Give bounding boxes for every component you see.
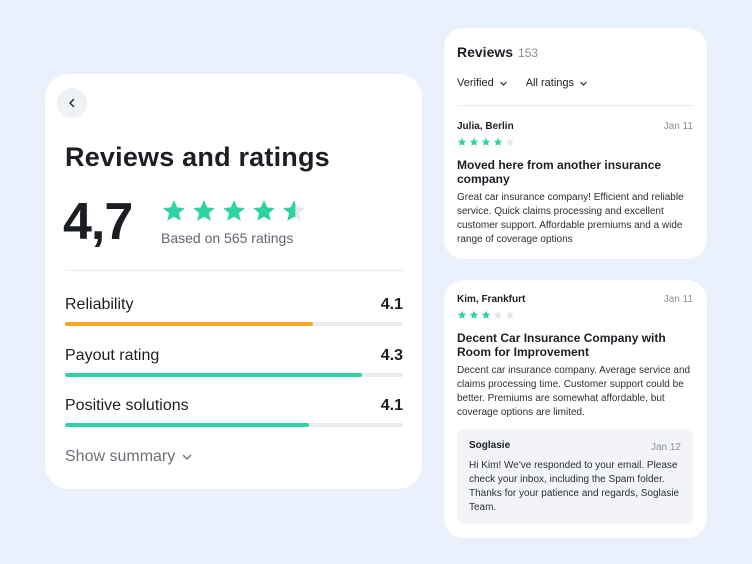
review-date: Jan 11 — [663, 121, 693, 132]
star-icon — [469, 137, 479, 146]
star-icon — [193, 200, 215, 221]
reply-author: Soglasie — [469, 440, 511, 451]
overall-score: 4,7 — [63, 193, 133, 251]
metric-reliability: Reliability 4.1 — [65, 296, 403, 332]
metric-payout-rating: Payout rating 4.3 — [65, 347, 403, 383]
filter-verified-dropdown[interactable]: Verified — [457, 77, 508, 89]
company-reply: Soglasie Jan 12 Hi Kim! We've responded … — [457, 429, 693, 524]
show-summary-label: Show summary — [65, 448, 176, 465]
metric-value: 4.3 — [380, 347, 403, 364]
chevron-left-icon — [69, 98, 75, 108]
star-icon — [481, 137, 491, 146]
review-card: Kim, Frankfurt Jan 11 Decent Car Insuran… — [444, 280, 707, 538]
review-author: Kim, Frankfurt — [457, 294, 526, 305]
chevron-down-icon — [580, 81, 587, 86]
reply-date: Jan 12 — [650, 442, 681, 453]
star-icon — [223, 200, 245, 221]
metric-positive-solutions: Positive solutions 4.1 — [65, 397, 403, 433]
chevron-down-icon — [500, 81, 507, 86]
star-icon — [505, 310, 515, 319]
metric-bar-fill — [65, 423, 310, 427]
review-stars — [457, 137, 693, 147]
review-stars — [457, 310, 693, 320]
star-icon — [469, 310, 479, 319]
filter-label: All ratings — [525, 77, 574, 89]
review-item: Kim, Frankfurt Jan 11 Decent Car Insuran… — [457, 294, 693, 420]
metric-track — [65, 322, 403, 326]
ratings-card: Reviews and ratings 4,7 Based on 565 rat… — [45, 74, 422, 489]
metric-label: Positive solutions — [65, 397, 189, 414]
filter-all-ratings-dropdown[interactable]: All ratings — [526, 77, 588, 89]
page-title: Reviews and ratings — [65, 142, 330, 172]
divider — [65, 270, 403, 271]
star-icon — [493, 310, 503, 319]
reviews-card: Reviews 153 Verified All ratings Julia, … — [444, 28, 707, 259]
review-filters: Verified All ratings — [457, 77, 588, 89]
star-icon — [481, 310, 491, 319]
metric-label: Reliability — [65, 296, 134, 313]
metric-value: 4.1 — [380, 397, 403, 414]
star-icon — [457, 310, 467, 319]
chevron-down-icon — [183, 454, 192, 460]
star-icon — [493, 137, 503, 146]
review-body: Great car insurance company! Efficient a… — [457, 192, 684, 245]
star-icon — [457, 137, 467, 146]
review-body: Decent car insurance company. Average se… — [457, 365, 691, 418]
reviews-header: Reviews 153 — [457, 44, 538, 60]
metric-track — [65, 423, 403, 427]
back-button[interactable] — [57, 88, 87, 118]
star-icon — [505, 137, 515, 146]
reviews-title: Reviews — [457, 44, 514, 60]
reviews-count: 153 — [518, 46, 539, 60]
review-headline: Moved here from another insurance compan… — [457, 158, 662, 186]
metric-label: Payout rating — [65, 347, 160, 364]
review-headline: Decent Car Insurance Company with Room f… — [457, 331, 666, 359]
star-icon — [253, 200, 275, 221]
review-item: Julia, Berlin Jan 11 Moved here from ano… — [457, 121, 693, 247]
ratings-count: Based on 565 ratings — [161, 230, 294, 246]
divider — [457, 105, 693, 106]
review-date: Jan 11 — [663, 294, 693, 305]
review-author: Julia, Berlin — [457, 121, 514, 132]
star-icon — [283, 200, 305, 221]
metric-value: 4.1 — [380, 296, 403, 313]
metric-track — [65, 373, 403, 377]
overall-stars — [161, 198, 307, 224]
filter-label: Verified — [457, 77, 494, 89]
metric-bar-fill — [65, 322, 313, 326]
reply-body: Hi Kim! We've responded to your email. P… — [469, 460, 680, 513]
metric-bar-fill — [65, 373, 362, 377]
star-icon — [163, 200, 185, 221]
show-summary-button[interactable]: Show summary — [65, 448, 193, 466]
